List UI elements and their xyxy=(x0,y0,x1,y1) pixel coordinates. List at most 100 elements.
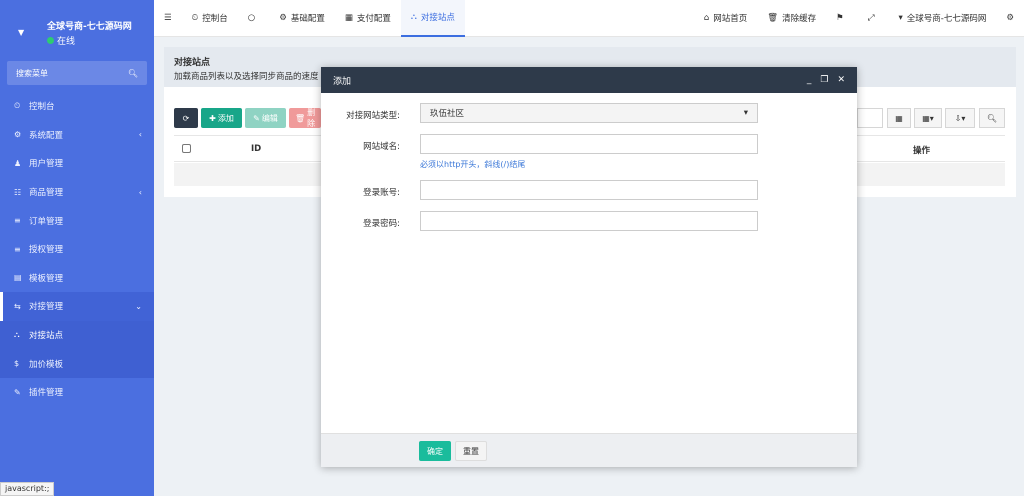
sidebar-item-templates[interactable]: ▤ 模板管理 xyxy=(0,264,154,293)
site-type-label: 对接网站类型: xyxy=(346,111,400,121)
dollar-icon: $ xyxy=(14,359,20,369)
modal-title: 添加 xyxy=(333,76,352,87)
sidebar-item-products[interactable]: ☷ 商品管理 ‹ xyxy=(0,178,154,207)
sidebar-item-plugins[interactable]: ✎ 插件管理 xyxy=(0,378,154,407)
sidebar-item-markup-templates[interactable]: $ 加价模板 xyxy=(0,349,154,378)
columns-dropdown-button[interactable]: ▦▾ xyxy=(914,108,942,128)
settings-button[interactable]: ⚙ xyxy=(996,0,1024,37)
sidebar-item-label: 用户管理 xyxy=(29,159,64,170)
topbar-link-label: 清除缓存 xyxy=(782,14,817,24)
chevron-left-icon: ‹ xyxy=(138,130,142,140)
user-dropdown[interactable]: ▾ 全球号商-七七源码网 xyxy=(889,0,997,37)
top-navbar: ☰ ⏲ 控制台 ○ ⚙ 基础配置 ▦ 支付配置 ⛬ 对接站点 ⌂ 网站首页 🗑︎… xyxy=(154,0,1024,37)
column-header-action: 操作 xyxy=(913,146,931,156)
sidebar-item-label: 对接管理 xyxy=(29,302,64,313)
clear-cache-button[interactable]: 🗑︎ 清除缓存 xyxy=(757,0,826,37)
trash-icon: 🗑︎ xyxy=(767,13,779,23)
modal-footer: 确定 重置 xyxy=(321,433,857,467)
search-icon[interactable]: 🔍︎ xyxy=(128,69,138,78)
topbar-link-label: 网站首页 xyxy=(713,14,748,24)
sidebar: ▼ 全球号商-七七源码网 在线 搜索菜单 🔍︎ ⏲ 控制台 ⚙ 系统配置 ‹ ♟… xyxy=(0,0,154,496)
gear-icon: ⚙ xyxy=(14,130,22,140)
sidebar-item-label: 插件管理 xyxy=(29,388,64,399)
cart-icon: ☷ xyxy=(14,187,22,197)
sidebar-item-label: 系统配置 xyxy=(29,130,64,141)
add-button[interactable]: ✚ 添加 xyxy=(201,108,242,128)
add-site-modal: 添加 _ ❐ ✕ 对接网站类型: 玖伍社区 ▾ 网站域名: 必须以http开头，… xyxy=(321,67,857,467)
menu-toggle-icon[interactable]: ☰ xyxy=(154,0,182,37)
gears-icon: ⚙ xyxy=(1006,13,1014,23)
search-box-edge[interactable] xyxy=(857,108,883,128)
online-dot-icon xyxy=(47,37,54,44)
online-status-label: 在线 xyxy=(57,37,76,47)
plugin-icon: ✎ xyxy=(14,387,21,397)
tab-circle[interactable]: ○ xyxy=(238,0,269,37)
select-all-checkbox[interactable] xyxy=(182,144,191,153)
sidebar-item-integration[interactable]: ⇆ 对接管理 ⌄ xyxy=(0,292,154,321)
circle-icon: ○ xyxy=(247,13,256,23)
caret-down-icon: ▾ xyxy=(898,13,903,23)
toggle-view-button[interactable]: ▦ xyxy=(887,108,911,128)
site-type-select[interactable]: 玖伍社区 ▾ xyxy=(420,103,758,123)
tab-integration-sites[interactable]: ⛬ 对接站点 xyxy=(400,0,465,37)
language-button[interactable]: ⚑ xyxy=(826,0,858,37)
refresh-button[interactable]: ⟳ xyxy=(174,108,198,128)
flag-icon: ⚑ xyxy=(836,13,844,23)
list-icon: ≡ xyxy=(14,216,21,226)
sitemap-icon: ⛬ xyxy=(14,330,20,340)
reset-button[interactable]: 重置 xyxy=(455,441,487,461)
password-input[interactable] xyxy=(420,211,758,231)
account-label: 登录账号: xyxy=(363,188,400,198)
trash-icon: 🗑︎ xyxy=(295,113,306,123)
tab-label: 基础配置 xyxy=(290,14,325,24)
password-label: 登录密码: xyxy=(363,219,400,229)
home-icon: ⌂ xyxy=(703,13,710,23)
site-home-link[interactable]: ⌂ 网站首页 xyxy=(694,0,757,37)
column-header-id: ID xyxy=(251,144,262,154)
sidebar-search[interactable]: 搜索菜单 🔍︎ xyxy=(7,61,147,85)
sidebar-item-label: 模板管理 xyxy=(29,273,64,284)
caret-down-icon[interactable]: ▼ xyxy=(18,28,24,37)
minimize-icon[interactable]: _ xyxy=(807,75,812,85)
dashboard-icon: ⏲ xyxy=(14,101,21,111)
sidebar-item-orders[interactable]: ≡ 订单管理 xyxy=(0,206,154,235)
account-input[interactable] xyxy=(420,180,758,200)
delete-button[interactable]: 🗑︎ 删除 xyxy=(289,108,321,128)
sidebar-search-placeholder: 搜索菜单 xyxy=(16,68,48,78)
sidebar-item-dashboard[interactable]: ⏲ 控制台 xyxy=(0,92,154,121)
sidebar-item-licenses[interactable]: ≡ 授权管理 xyxy=(0,235,154,264)
tab-basic-config[interactable]: ⚙ 基础配置 xyxy=(269,0,335,37)
modal-window-controls: _ ❐ ✕ xyxy=(807,75,845,85)
sliders-icon: ⇆ xyxy=(14,301,21,311)
sidebar-item-label: 授权管理 xyxy=(29,245,64,256)
tab-label: 控制台 xyxy=(202,14,228,24)
sidebar-item-users[interactable]: ♟ 用户管理 xyxy=(0,149,154,178)
search-button[interactable]: 🔍︎ xyxy=(979,108,1005,128)
sidebar-user-panel: ▼ 全球号商-七七源码网 在线 xyxy=(0,0,154,56)
search-icon: 🔍︎ xyxy=(986,113,998,123)
confirm-button[interactable]: 确定 xyxy=(419,441,451,461)
sidebar-item-label: 对接站点 xyxy=(29,331,64,342)
site-name: 全球号商-七七源码网 xyxy=(47,22,132,32)
sidebar-item-label: 商品管理 xyxy=(29,188,64,199)
dashboard-icon: ⏲ xyxy=(191,13,199,23)
tab-dashboard[interactable]: ⏲ 控制台 xyxy=(182,0,238,37)
template-icon: ▤ xyxy=(14,273,22,283)
pencil-icon: ✎ xyxy=(253,113,260,123)
delete-button-label: 删除 xyxy=(307,108,316,128)
tab-label: 支付配置 xyxy=(356,14,391,24)
close-icon[interactable]: ✕ xyxy=(837,75,845,85)
export-icon: ⇩▾ xyxy=(954,113,966,123)
sidebar-item-system-config[interactable]: ⚙ 系统配置 ‹ xyxy=(0,121,154,150)
topbar-right: ⌂ 网站首页 🗑︎ 清除缓存 ⚑ ⤢ ▾ 全球号商-七七源码网 ⚙ xyxy=(694,0,1024,37)
list-icon: ≡ xyxy=(14,244,21,254)
edit-button[interactable]: ✎ 编辑 xyxy=(245,108,286,128)
fullscreen-button[interactable]: ⤢ xyxy=(858,0,889,37)
export-dropdown-button[interactable]: ⇩▾ xyxy=(945,108,975,128)
sidebar-item-integration-sites[interactable]: ⛬ 对接站点 xyxy=(0,320,154,350)
tab-payment-config[interactable]: ▦ 支付配置 xyxy=(335,0,401,37)
maximize-icon[interactable]: ❐ xyxy=(820,75,828,85)
fullscreen-icon: ⤢ xyxy=(867,13,875,23)
domain-input[interactable] xyxy=(420,134,758,154)
add-button-label: 添加 xyxy=(217,113,234,123)
